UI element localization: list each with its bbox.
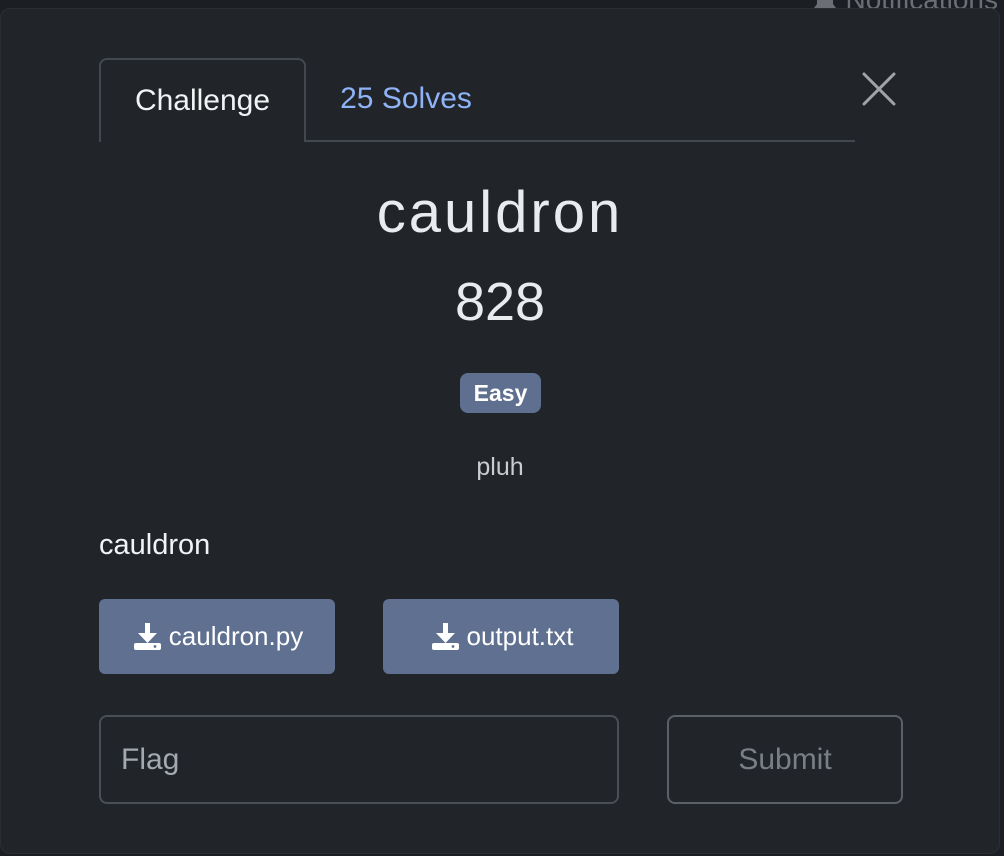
close-button[interactable] [859,69,899,109]
file-name: output.txt [466,621,574,651]
challenge-modal: Challenge 25 Solves cauldron 828 Easy pl… [0,8,1000,854]
submit-button[interactable]: Submit [667,715,903,804]
challenge-author: pluh [476,453,524,481]
tab-solves[interactable]: 25 Solves [306,58,506,140]
challenge-points: 828 [454,272,546,332]
download-icon [133,622,161,650]
download-output-txt-button[interactable]: output.txt [383,599,619,674]
difficulty-badge: Easy [460,373,541,413]
download-icon [431,622,459,650]
flag-input[interactable] [99,715,619,804]
challenge-tabs: Challenge 25 Solves [99,57,855,142]
challenge-title: cauldron [376,180,624,245]
tab-challenge[interactable]: Challenge [99,58,306,142]
challenge-description: cauldron [99,529,211,561]
download-cauldron-py-button[interactable]: cauldron.py [99,599,335,674]
file-name: cauldron.py [168,621,304,651]
close-icon [862,72,896,106]
